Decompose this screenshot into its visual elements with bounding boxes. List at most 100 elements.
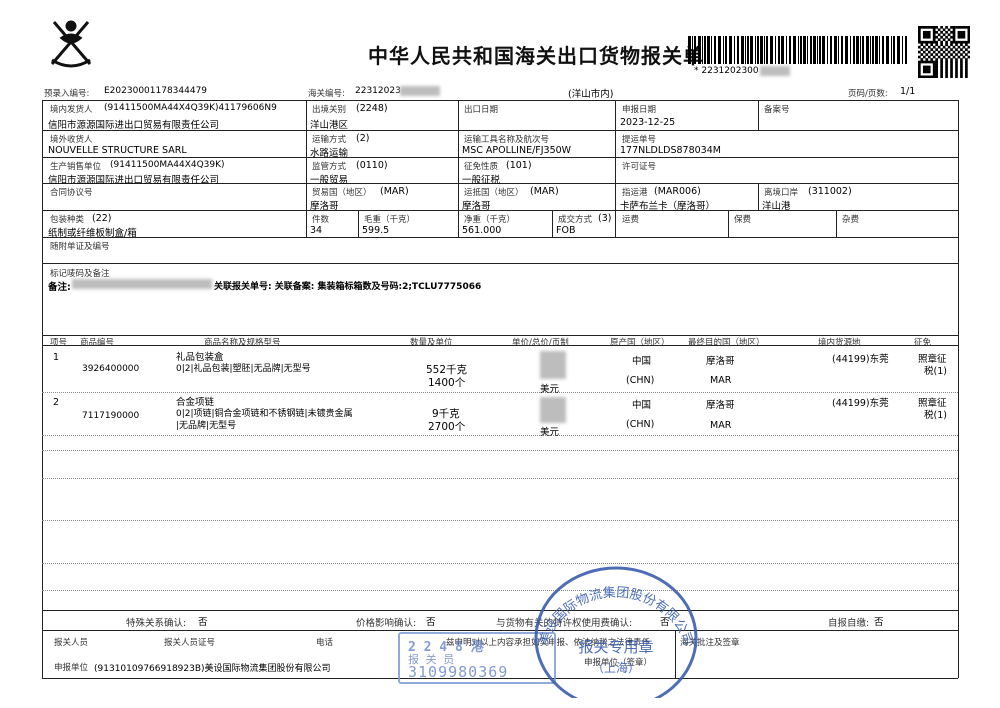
producer-code: (91411500MA44X4Q39K) [110,160,225,170]
customs-no-redaction [400,86,440,96]
vessel-label: 运输工具名称及航次号 [464,135,550,145]
net: 561.000 [462,225,502,236]
exit-port-label: 离境口岸 [764,188,799,198]
declarant-label: 报关人员 [54,638,89,648]
col-name: 商品名称及规格型号 [204,338,281,348]
consignee-name: NOUVELLE STRUCTURE SARL [48,145,187,156]
goods-code: 3926400000 [82,364,140,374]
special-label: 特殊关系确认: [126,618,187,629]
trade-country-label: 贸易国（地区） [312,188,372,198]
dest-country-name: 摩洛哥 [462,201,491,212]
barcode-text-redaction [760,66,790,76]
levy-code: (101) [506,160,532,171]
col-qty: 数量及单位 [410,338,453,348]
dest-port-label: 指运港 [622,188,648,198]
declare-date-label: 申报日期 [622,105,657,115]
company-round-stamp: 美设国际物流集团股份有限公司 报关专用章 （上海） [530,548,702,708]
self-value: 否 [874,617,884,628]
dest-country-code: (MAR) [530,186,559,197]
supervision-name: 一般贸易 [310,175,349,186]
levy-name: 一般征税 [462,175,501,186]
customs-no: 22312023 [355,86,401,96]
page-label: 页码/页数: [848,89,888,99]
goods-qty2: 2700个 [428,421,466,433]
bl-no: 177NLDLDS878034M [620,145,721,156]
exit-customs-label: 出境关别 [312,105,347,115]
misc-label: 杂费 [842,215,860,225]
exit-customs-code: (2248) [356,103,388,114]
trade-country-code: (MAR) [380,186,409,197]
prerecord-label: 预录入编号: [44,89,90,99]
marks-text: 关联报关单号: 关联备案: 集装箱标箱数及号码:2;TCLU7775066 [214,282,482,292]
goods-dest-code: MAR [710,375,732,386]
declare-date: 2023-12-25 [620,117,676,128]
goods-seq: 1 [53,352,60,363]
gross: 599.5 [362,225,390,236]
transport-label: 运输方式 [312,135,347,145]
page-value: 1/1 [900,86,916,97]
col-source: 境内货源地 [818,338,861,348]
producer-name: 信阳市源源国际进出口贸易有限责任公司 [48,175,220,186]
producer-label: 生产销售单位 [50,162,102,172]
goods-price-redaction [540,397,566,423]
dest-country-label: 运抵国（地区） [464,188,524,198]
goods-dest-code: MAR [710,420,732,431]
customs-emblem [42,14,100,72]
marks-redaction [72,279,212,289]
goods-spec2: |无品牌|无型号 [176,421,237,431]
pieces-label: 件数 [312,215,330,225]
self-label: 自报自缴: [828,618,870,629]
export-date-label: 出口日期 [464,105,499,115]
pieces: 34 [310,225,323,236]
terms-code: (3) [598,213,612,224]
exit-customs-name: 洋山港区 [310,120,349,131]
exit-port-code: (311002) [808,186,852,197]
goods-source: (44199)东莞 [832,398,889,409]
goods-levy2: 税(1) [924,366,947,377]
docs-label: 随附单证及编号 [50,242,110,252]
supervision-code: (0110) [356,160,388,171]
goods-levy2: 税(1) [924,410,947,421]
declarant-cert-label: 报关人员证号 [164,638,216,648]
shipper-name: 信阳市源源国际进出口贸易有限责任公司 [48,120,220,131]
barcode-text: * 2231202300 [694,66,759,76]
contract-label: 合同协议号 [50,188,93,198]
shipper-code: (91411500MA44X4Q39K)41179606N9 [104,103,277,113]
barcode [688,36,908,64]
goods-currency: 美元 [540,427,560,438]
shipper-label: 境内发货人 [50,105,93,115]
trade-country-name: 摩洛哥 [310,201,339,212]
special-value: 否 [198,617,208,628]
goods-source: (44199)东莞 [832,354,889,365]
dest-port-code: (MAR006) [654,186,701,197]
col-origin: 原产国（地区） [610,338,670,348]
customs-no-label: 海关编号: [308,89,345,99]
dest-port-name: 卡萨布兰卡（摩洛哥） [620,201,716,212]
goods-qty2: 1400个 [428,377,466,389]
goods-origin: 中国 [632,400,652,411]
stamp-line3: 3109980369 [408,663,509,681]
exit-port-name: 洋山港 [762,201,791,212]
consignee-label: 境外收货人 [50,135,93,145]
goods-origin-code: (CHN) [626,419,655,430]
package-name: 纸制或纤维板制盒/箱 [48,228,137,239]
goods-spec: 0|2|礼品包装|塑胚|无品牌|无型号 [176,364,311,374]
col-price: 单价/总价/币制 [512,338,569,348]
insurance-label: 保费 [734,215,752,225]
package-code: (22) [92,213,112,224]
terms-label: 成交方式 [558,215,593,225]
round-stamp-center1: 报关专用章 [578,638,653,656]
record-no-label: 备案号 [764,105,790,115]
gross-label: 毛重（千克） [364,215,416,225]
marks-prefix: 备注: [48,282,71,293]
price-label: 价格影响确认: [356,618,417,629]
goods-currency: 美元 [540,384,560,395]
marks-label: 标记唛码及备注 [50,269,110,279]
col-code: 商品编号 [80,338,115,348]
vessel-name: MSC APOLLINE/FJ350W [462,145,572,156]
col-final-dest: 最终目的国（地区） [688,338,765,348]
prerecord-no: E20230001178344479 [104,86,208,96]
goods-price-redaction [540,351,566,379]
goods-dest: 摩洛哥 [706,356,735,367]
qr-code [918,26,971,79]
